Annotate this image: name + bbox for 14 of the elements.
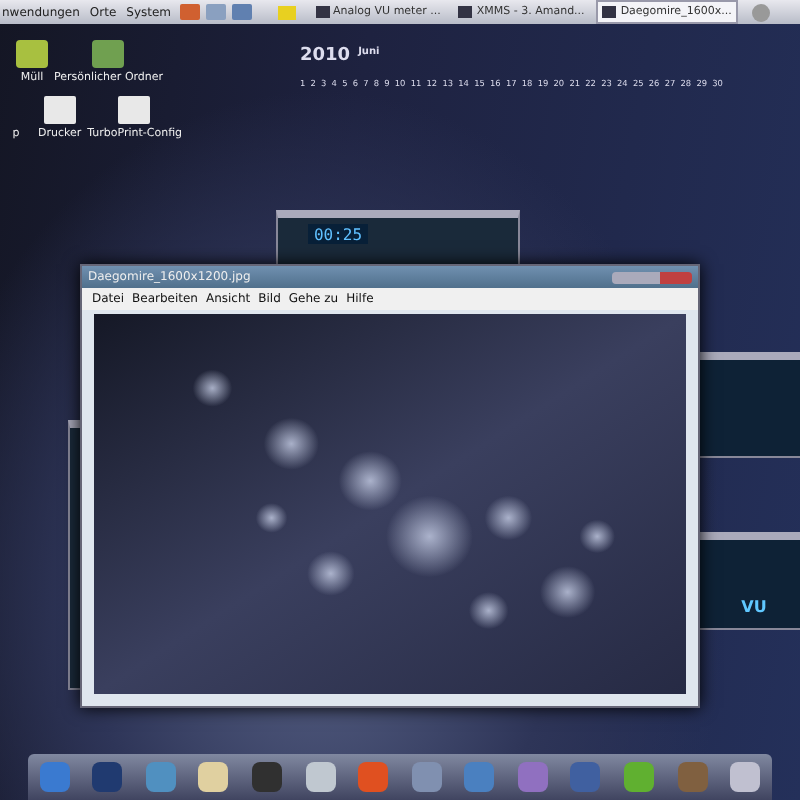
- launcher-icon[interactable]: [179, 4, 200, 20]
- time-display: 00:25: [313, 225, 363, 243]
- tray-icon[interactable]: [751, 3, 770, 21]
- launcher-icon[interactable]: [205, 4, 226, 20]
- app-icon[interactable]: [730, 762, 761, 792]
- app-icon[interactable]: [623, 762, 654, 792]
- app-icon[interactable]: [145, 762, 176, 792]
- app-icon[interactable]: [305, 762, 336, 792]
- window-controls[interactable]: [612, 271, 692, 283]
- vu-label: VU: [741, 598, 767, 616]
- app-icon[interactable]: [517, 762, 548, 792]
- calendar-year: 2010: [300, 46, 351, 66]
- launcher-icon[interactable]: [231, 4, 252, 20]
- app-icon[interactable]: [411, 762, 442, 792]
